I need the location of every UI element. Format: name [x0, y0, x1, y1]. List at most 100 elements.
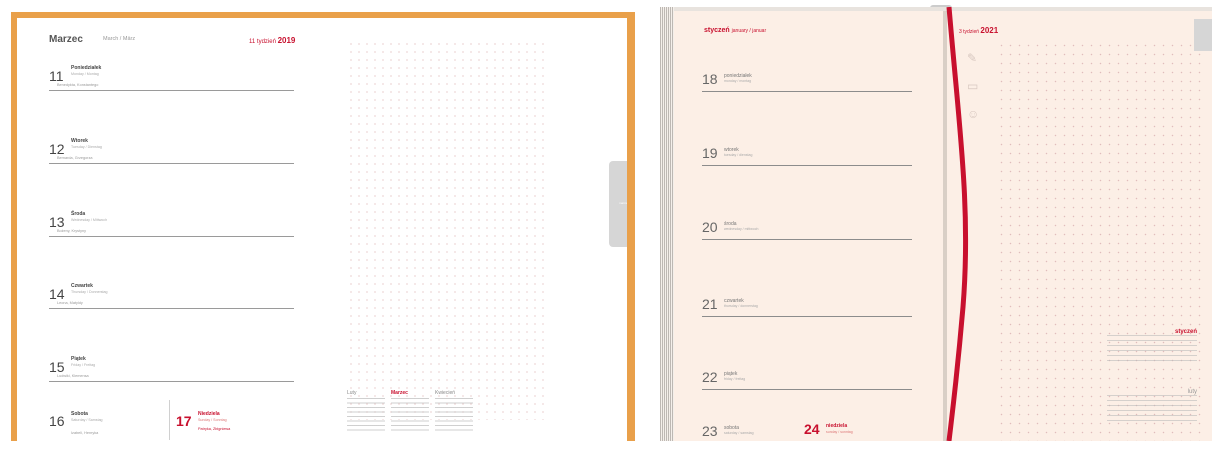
mini-calendar-title: Kwiecień: [435, 390, 456, 396]
day-name-translation: sunday / sonntag: [826, 430, 853, 434]
day-name: Niedziela: [198, 411, 220, 417]
day-row[interactable]: 22 piątek friday / freitag: [702, 367, 912, 407]
dot-grid[interactable]: [997, 41, 1207, 441]
day-row[interactable]: 14 Czwartek Thursday / Donnerstag Leona,…: [49, 280, 294, 320]
day-row[interactable]: 11 Poniedziałek Monday / Montag Benedykt…: [49, 62, 294, 102]
page-corner-tab[interactable]: [1194, 19, 1212, 51]
day-rule: [702, 239, 912, 240]
name-days: Benedykta, Konstantego: [57, 83, 99, 87]
day-rule: [702, 316, 912, 317]
day-row[interactable]: 21 czwartek thursday / donnerstag: [702, 294, 912, 334]
day-number: 13: [49, 214, 65, 230]
day-rule: [702, 165, 912, 166]
day-rule: [49, 90, 294, 91]
day-number: 23: [702, 423, 718, 439]
page-side-tab[interactable]: marzec: [609, 161, 627, 247]
day-rule: [702, 91, 912, 92]
sunday-cell[interactable]: 24 niedziela sunday / sonntag: [804, 421, 904, 441]
month-subtitle: january / januar: [731, 28, 767, 34]
day-number: 15: [49, 359, 65, 375]
day-number: 21: [702, 296, 718, 312]
mini-calendar-grid: [1107, 395, 1197, 423]
mini-calendar: luty: [1107, 389, 1197, 423]
day-name: Piątek: [71, 356, 86, 362]
name-days: Leona, Matyldy: [57, 301, 83, 305]
day-name-translation: Thursday / Donnerstag: [71, 290, 108, 294]
year-label: 2019: [277, 36, 296, 45]
sunday-cell[interactable]: 17 Niedziela Sunday / Sonntag Patryka, Z…: [169, 400, 299, 440]
day-rule: [49, 381, 294, 382]
day-number: 18: [702, 71, 718, 87]
dot-grid[interactable]: [347, 40, 547, 420]
week-label: 11 tydzień: [249, 39, 276, 45]
month-title: Marzec: [49, 34, 83, 45]
day-name-translation: Tuesday / Dienstag: [71, 145, 102, 149]
day-name-translation: monday / montag: [724, 79, 752, 83]
left-planner-page: Marzec March / März 11 tydzień 2019 11 P…: [17, 18, 627, 441]
bookmark-ribbon[interactable]: [945, 7, 975, 441]
week-number: 11 tydzień 2019: [249, 36, 295, 45]
day-name-translation: Monday / Montag: [71, 72, 99, 76]
day-number: 16: [49, 413, 65, 429]
tab-label: marzec: [619, 201, 627, 205]
bookmark-ribbon-path: [946, 7, 969, 441]
day-row[interactable]: 16 Sobota Saturday / Samstag Izabeli, He…: [49, 403, 164, 441]
month-name: styczeń: [704, 27, 730, 34]
right-planner-right-page: 3 tydzień 2021 ✎ ▭ ☺ styczeń luty: [947, 11, 1212, 441]
day-name-translation: Wednesday / Mittwoch: [71, 218, 108, 222]
day-number: 24: [804, 421, 820, 437]
day-rule: [49, 308, 294, 309]
day-row[interactable]: 20 środa wednesday / mittwoch: [702, 217, 912, 257]
day-rule: [49, 236, 294, 237]
day-number: 12: [49, 141, 65, 157]
day-name-translation: wednesday / mittwoch: [724, 227, 759, 231]
mini-calendar-grid: [435, 398, 473, 434]
day-row[interactable]: 13 Środa Wednesday / Mittwoch Bożeny, Kr…: [49, 208, 294, 248]
right-planner-left-page: styczeń january / januar 18 poniedziałek…: [674, 11, 944, 441]
day-name: Sobota: [71, 411, 88, 417]
day-name: Środa: [71, 211, 86, 217]
day-number: 20: [702, 219, 718, 235]
mini-calendar-title: Marzec: [391, 390, 408, 396]
name-days: Ludwiki, Klemensa: [57, 374, 89, 378]
day-name: Czwartek: [71, 283, 93, 289]
day-number: 22: [702, 369, 718, 385]
day-name: Wtorek: [71, 138, 88, 144]
day-rule: [49, 163, 294, 164]
mini-calendar: Luty: [347, 390, 385, 434]
left-planner-frame: Marzec March / März 11 tydzień 2019 11 P…: [11, 12, 635, 441]
page-edges: [660, 7, 674, 441]
day-name-translation: Sunday / Sonntag: [198, 418, 227, 422]
mini-calendar-grid: [1107, 335, 1197, 363]
day-name: Poniedziałek: [71, 65, 102, 71]
day-row[interactable]: 18 poniedziałek monday / montag: [702, 69, 912, 109]
day-row[interactable]: 15 Piątek Friday / Freitag Ludwiki, Klem…: [49, 353, 294, 393]
day-name: niedziela: [826, 423, 848, 429]
right-planner-frame: styczeń january / januar 18 poniedziałek…: [660, 7, 1212, 441]
mini-calendar: Marzec: [391, 390, 429, 434]
day-row[interactable]: 19 wtorek tuesday / dienstag: [702, 143, 912, 183]
month-subtitle: March / März: [103, 36, 136, 42]
day-number: 11: [49, 68, 64, 84]
day-number: 14: [49, 286, 65, 302]
day-name-translation: Friday / Freitag: [71, 363, 96, 367]
day-number: 17: [176, 413, 192, 429]
mini-calendar-grid: [391, 398, 429, 434]
day-row[interactable]: 23 sobota saturday / samstag: [702, 421, 792, 461]
day-row[interactable]: 12 Wtorek Tuesday / Dienstag Bernarda, G…: [49, 135, 294, 175]
day-name-translation: thursday / donnerstag: [724, 304, 758, 308]
name-days: Patryka, Zbigniewa: [198, 427, 231, 431]
day-name-translation: friday / freitag: [724, 377, 746, 381]
name-days: Izabeli, Henryka: [71, 431, 99, 435]
mini-calendar: styczeń: [1107, 329, 1197, 363]
month-title: styczeń january / januar: [704, 27, 766, 34]
day-name-translation: Saturday / Samstag: [71, 418, 103, 422]
year-label: 2021: [980, 26, 999, 35]
mini-calendar-title: Luty: [347, 390, 357, 396]
name-days: Bernarda, Grzegorza: [57, 156, 93, 160]
mini-calendar-grid: [347, 398, 385, 434]
mini-calendar: Kwiecień: [435, 390, 473, 434]
name-days: Bożeny, Krystyny: [57, 229, 87, 233]
day-number: 19: [702, 145, 718, 161]
day-name-translation: tuesday / dienstag: [724, 153, 753, 157]
